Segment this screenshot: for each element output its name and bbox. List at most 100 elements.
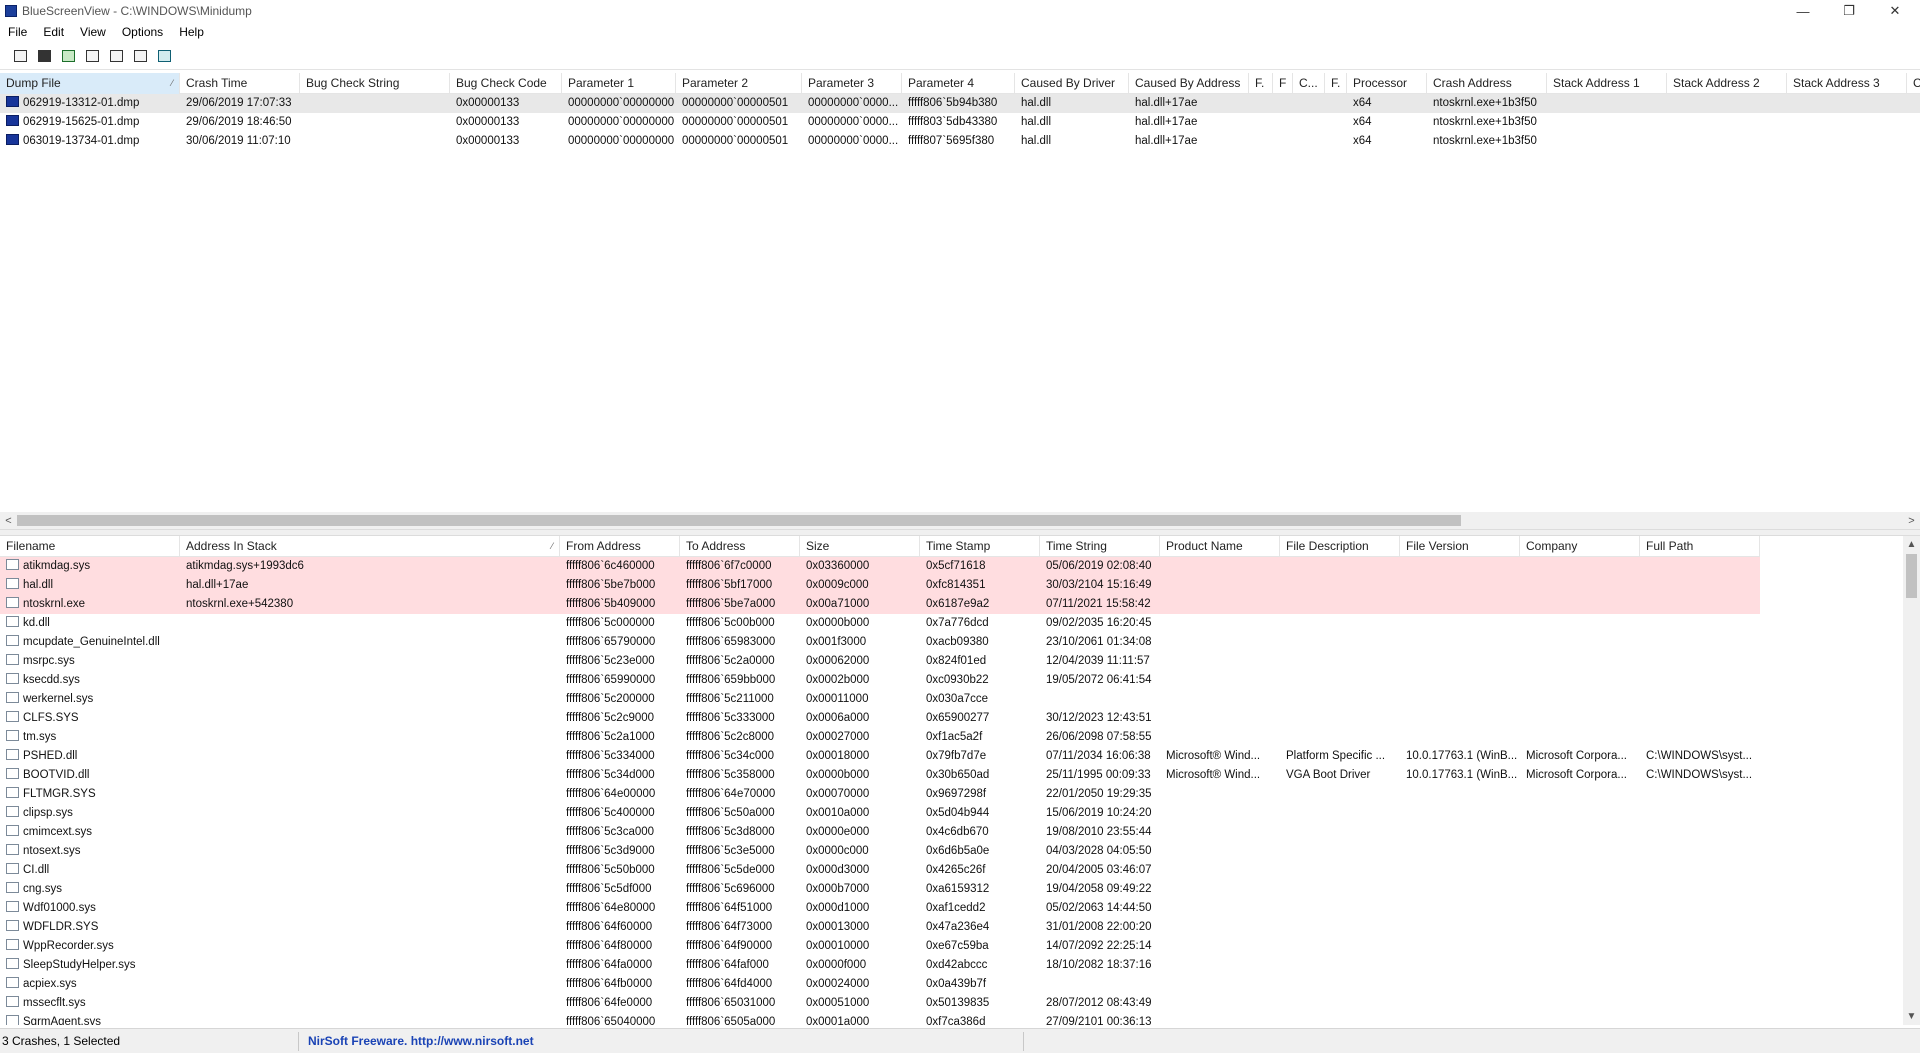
table-cell: 0x0a439b7f [926,978,987,990]
find-button[interactable] [130,46,150,66]
vertical-scroll-thumb[interactable] [1906,554,1917,598]
html-report-button[interactable] [106,46,126,66]
exit-button[interactable] [154,46,174,66]
driver-row[interactable]: ntoskrnl.exe ntoskrnl.exe+542380 fffff806`… [0,595,1760,614]
driver-row[interactable]: atikmdag.sys atikmdag.sys+1993dc6 fffff806… [0,557,1760,576]
crash-row[interactable]: 062919-15625-01.dmp 29/06/2019 18:46:50 0x… [0,113,1920,132]
crash-col-crash-address[interactable]: Crash Address [1427,73,1547,94]
vertical-scrollbar[interactable]: ▲ ▼ [1903,536,1920,1025]
menu-options[interactable]: Options [114,22,171,43]
driver-row[interactable]: WppRecorder.sys fffff806`64f80000 fffff806… [0,937,1760,956]
horizontal-scrollbar[interactable]: < > [0,512,1920,529]
crash-col-crash-time[interactable]: Crash Time [180,73,300,94]
driver-row[interactable]: WDFLDR.SYS fffff806`64f60000 fffff806`64f7… [0,918,1760,937]
driver-file-icon [6,1015,19,1025]
driver-col-time-string[interactable]: Time String [1040,536,1160,557]
driver-row[interactable]: kd.dll fffff806`5c000000 fffff806`5c00b000… [0,614,1760,633]
copy-button[interactable] [82,46,102,66]
driver-row[interactable]: hal.dll hal.dll+17ae fffff806`5be7b000 ffff… [0,576,1760,595]
driver-row[interactable]: mssecflt.sys fffff806`64fe0000 fffff806`65… [0,994,1760,1013]
crash-col-stack-address-1[interactable]: Stack Address 1 [1547,73,1667,94]
driver-file-icon [6,597,19,608]
table-cell: fffff806`5c23e000 [566,655,655,667]
table-cell: 0x0000f000 [806,959,867,971]
scroll-down-icon[interactable]: ▼ [1903,1008,1920,1025]
driver-row[interactable]: ntosext.sys fffff806`5c3d9000 fffff806`5c3… [0,842,1760,861]
table-cell [1520,785,1640,804]
driver-row[interactable]: CI.dll fffff806`5c50b000 fffff806`5c5de000… [0,861,1760,880]
crash-col-parameter-3[interactable]: Parameter 3 [802,73,902,94]
crash-row[interactable]: 062919-13312-01.dmp 29/06/2019 17:07:33 0x… [0,94,1920,113]
crash-row[interactable]: 063019-13734-01.dmp 30/06/2019 11:07:10 0x… [0,132,1920,151]
crash-col-f[interactable]: F. [1249,73,1273,94]
crash-col-co[interactable]: Co [1907,73,1920,94]
driver-row[interactable]: SleepStudyHelper.sys fffff806`64fa0000 fff… [0,956,1760,975]
crash-col-caused-by-driver[interactable]: Caused By Driver [1015,73,1129,94]
table-cell [1160,709,1280,728]
close-button[interactable]: ✕ [1872,0,1918,22]
driver-row[interactable]: clipsp.sys fffff806`5c400000 fffff806`5c50… [0,804,1760,823]
properties-button[interactable] [10,46,30,66]
driver-col-time-stamp[interactable]: Time Stamp [920,536,1040,557]
crash-col-stack-address-3[interactable]: Stack Address 3 [1787,73,1907,94]
pane-splitter[interactable] [0,529,1920,536]
refresh-button[interactable] [58,46,78,66]
driver-col-file-description[interactable]: File Description [1280,536,1400,557]
driver-row[interactable]: CLFS.SYS fffff806`5c2c9000 fffff806`5c3330… [0,709,1760,728]
driver-row[interactable]: acpiex.sys fffff806`64fb0000 fffff806`64fd… [0,975,1760,994]
menu-help[interactable]: Help [171,22,212,43]
table-cell: 062919-13312-01.dmp [0,94,180,113]
scroll-up-icon[interactable]: ▲ [1903,536,1920,553]
crash-col-caused-by-address[interactable]: Caused By Address [1129,73,1249,94]
menu-edit[interactable]: Edit [35,22,72,43]
crash-col-f[interactable]: F. [1325,73,1347,94]
driver-row[interactable]: cmimcext.sys fffff806`5c3ca000 fffff806`5c… [0,823,1760,842]
driver-col-address-in-stack[interactable]: Address In Stack ⁄ [180,536,560,557]
table-cell [1273,113,1293,132]
driver-col-to-address[interactable]: To Address [680,536,800,557]
minimize-button[interactable]: — [1780,0,1826,22]
driver-row[interactable]: FLTMGR.SYS fffff806`64e00000 fffff806`64e7… [0,785,1760,804]
crash-col-bug-check-code[interactable]: Bug Check Code [450,73,562,94]
driver-row[interactable]: werkernel.sys fffff806`5c200000 fffff806`5… [0,690,1760,709]
crash-col-bug-check-string[interactable]: Bug Check String [300,73,450,94]
driver-row[interactable]: ksecdd.sys fffff806`65990000 fffff806`659b… [0,671,1760,690]
driver-row[interactable]: cng.sys fffff806`5c5df000 fffff806`5c69600… [0,880,1760,899]
driver-col-file-version[interactable]: File Version [1400,536,1520,557]
table-cell [1640,652,1760,671]
driver-row[interactable]: msrpc.sys fffff806`5c23e000 fffff806`5c2a0… [0,652,1760,671]
crash-col-parameter-4[interactable]: Parameter 4 [902,73,1015,94]
driver-row[interactable]: mcupdate_GenuineIntel.dll fffff806`657900… [0,633,1760,652]
table-cell: cng.sys [0,880,180,899]
crash-col-c[interactable]: C... [1293,73,1325,94]
driver-col-filename[interactable]: Filename [0,536,180,557]
driver-row[interactable]: PSHED.dll fffff806`5c334000 fffff806`5c34c… [0,747,1760,766]
menu-view[interactable]: View [72,22,114,43]
driver-col-full-path[interactable]: Full Path [1640,536,1760,557]
crash-col-stack-address-2[interactable]: Stack Address 2 [1667,73,1787,94]
driver-row[interactable]: SgrmAgent.sys fffff806`65040000 fffff806`6… [0,1013,1760,1025]
restore-button[interactable]: ❐ [1826,0,1872,22]
driver-row[interactable]: Wdf01000.sys fffff806`64e80000 fffff806`64… [0,899,1760,918]
crash-col-parameter-1[interactable]: Parameter 1 [562,73,676,94]
table-cell: 0x00000133 [456,135,520,147]
driver-col-company[interactable]: Company [1520,536,1640,557]
driver-col-from-address[interactable]: From Address [560,536,680,557]
nirsoft-link[interactable]: NirSoft Freeware. http://www.nirsoft.net [308,1034,534,1048]
driver-row[interactable]: tm.sys fffff806`5c2a1000 fffff806`5c2c8000… [0,728,1760,747]
table-cell [1640,842,1760,861]
crash-col-processor[interactable]: Processor [1347,73,1427,94]
driver-col-product-name[interactable]: Product Name [1160,536,1280,557]
horizontal-scroll-thumb[interactable] [17,515,1461,526]
driver-col-size[interactable]: Size [800,536,920,557]
crash-col-dump-file[interactable]: Dump File ⁄ [0,73,180,94]
save-button[interactable] [34,46,54,66]
table-cell: 0x0009c000 [806,579,869,591]
crash-col-parameter-2[interactable]: Parameter 2 [676,73,802,94]
table-cell [1520,709,1640,728]
scroll-left-icon[interactable]: < [0,512,17,529]
crash-col-f[interactable]: F [1273,73,1293,94]
menu-file[interactable]: File [0,22,35,43]
driver-row[interactable]: BOOTVID.dll fffff806`5c34d000 fffff806`5c3… [0,766,1760,785]
scroll-right-icon[interactable]: > [1903,512,1920,529]
